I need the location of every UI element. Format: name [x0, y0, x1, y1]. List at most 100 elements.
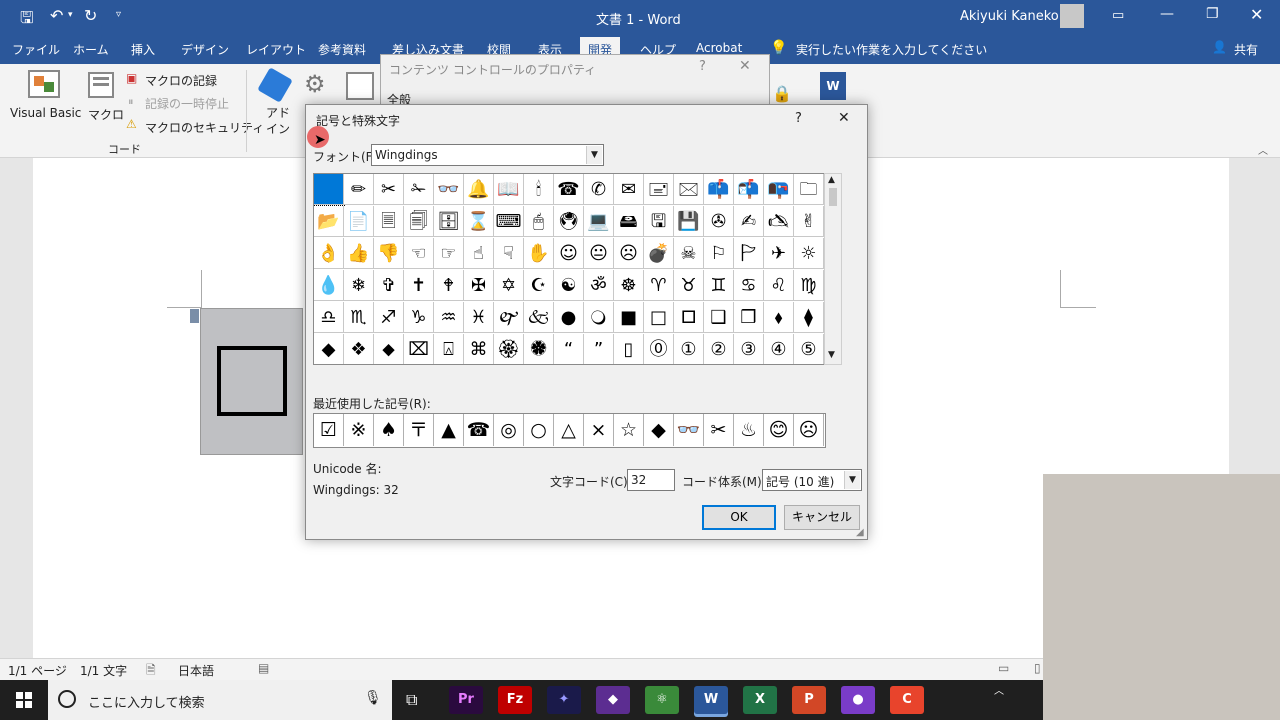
symbol-cell[interactable]: ①: [674, 334, 704, 364]
symbol-cell[interactable]: 📂: [314, 206, 344, 237]
symbol-cell[interactable]: ☎: [554, 174, 584, 205]
symbol-cell[interactable]: ✉: [614, 174, 644, 205]
symbol-cell[interactable]: 🖫: [644, 206, 674, 237]
symbol-cell[interactable]: ✂: [374, 174, 404, 205]
symbol-cell[interactable]: ♊: [704, 270, 734, 301]
symbol-cell[interactable]: 🗐: [404, 206, 434, 237]
symbol-cell[interactable]: 🖎: [764, 206, 794, 237]
help-button[interactable]: ?: [795, 111, 802, 126]
symbol-cell[interactable]: 💣: [644, 238, 674, 269]
tab-acrobat[interactable]: Acrobat: [696, 41, 742, 55]
symbol-cell[interactable]: ⌨: [494, 206, 524, 237]
tab-home[interactable]: ホーム: [73, 41, 109, 58]
symbol-cell[interactable]: ✁: [404, 174, 434, 205]
print-layout-icon[interactable]: ▯: [1034, 661, 1041, 675]
language[interactable]: 日本語: [178, 662, 214, 679]
symbol-cell[interactable]: 🗀: [794, 174, 824, 205]
symbol-cell[interactable]: ▯: [614, 334, 644, 364]
symbol-cell[interactable]: 📄: [344, 206, 374, 237]
symbol-cell[interactable]: 🖂: [674, 174, 704, 205]
show-hidden-icons[interactable]: ︿: [994, 682, 1004, 697]
symbol-cell[interactable]: ⌘: [464, 334, 494, 364]
recent-symbol[interactable]: ☆: [614, 414, 644, 446]
symbol-cell[interactable]: ☼: [794, 238, 824, 269]
symbol-cell[interactable]: □: [644, 302, 674, 333]
symbol-cell[interactable]: 🗏: [374, 206, 404, 237]
symbol-cell[interactable]: ☜: [404, 238, 434, 269]
share-button[interactable]: 共有: [1234, 41, 1258, 58]
recent-symbol[interactable]: ☎: [464, 414, 494, 446]
recent-symbol[interactable]: ♠: [374, 414, 404, 446]
symbol-cell[interactable]: 🖱: [524, 206, 554, 237]
recent-symbol[interactable]: ▲: [434, 414, 464, 446]
customize-qat-icon[interactable]: ▿: [116, 9, 121, 20]
tell-me-input[interactable]: 実行したい作業を入力してください: [796, 41, 987, 58]
symbol-cell[interactable]: 👍: [344, 238, 374, 269]
recent-symbol[interactable]: △: [554, 414, 584, 446]
font-select[interactable]: Wingdings ▼: [371, 144, 604, 166]
symbol-cell[interactable]: ❑: [704, 302, 734, 333]
symbol-cell[interactable]: ⬧: [764, 302, 794, 333]
symbol-cell[interactable]: 😐: [584, 238, 614, 269]
symbol-cell[interactable]: ✝: [404, 270, 434, 301]
aftereffects-taskbar-icon[interactable]: ✦: [547, 686, 581, 714]
read-mode-icon[interactable]: ▭: [998, 661, 1009, 675]
symbol-cell[interactable]: ■: [614, 302, 644, 333]
symbol-cell[interactable]: 🗄: [434, 206, 464, 237]
recent-symbol[interactable]: ◆: [644, 414, 674, 446]
symbol-cell[interactable]: ♓: [464, 302, 494, 333]
symbol-cell[interactable]: 📫: [704, 174, 734, 205]
symbol-cell[interactable]: 🏱: [734, 238, 764, 269]
symbol-cell[interactable]: 🏵: [494, 334, 524, 364]
recent-symbol[interactable]: ☹: [794, 414, 824, 446]
symbol-cell[interactable]: ⌛: [464, 206, 494, 237]
symbol-cell[interactable]: ☞: [434, 238, 464, 269]
symbol-cell[interactable]: 🕯: [524, 174, 554, 205]
restore-icon[interactable]: ❐: [1206, 6, 1219, 22]
symbol-cell[interactable]: 🙵: [524, 302, 554, 333]
symbol-cell[interactable]: ☯: [554, 270, 584, 301]
save-icon[interactable]: 🖫: [20, 7, 34, 34]
chevron-down-icon[interactable]: ▼: [844, 471, 860, 489]
symbol-cell[interactable]: ♏: [344, 302, 374, 333]
tab-layout[interactable]: レイアウト: [246, 41, 306, 58]
symbol-cell[interactable]: 📖: [494, 174, 524, 205]
symbol-cell[interactable]: ⍓: [434, 334, 464, 364]
symbol-cell[interactable]: ✌: [794, 206, 824, 237]
symbol-cell[interactable]: ☠: [674, 238, 704, 269]
symbol-cell[interactable]: 🖃: [644, 174, 674, 205]
symbol-cell[interactable]: 💾: [674, 206, 704, 237]
symbol-cell[interactable]: 🔾: [584, 302, 614, 333]
symbol-cell[interactable]: 🞐: [674, 302, 704, 333]
content-control-box[interactable]: [200, 308, 303, 455]
addin-label-1[interactable]: アド: [266, 104, 290, 121]
symbol-cell[interactable]: ✡: [494, 270, 524, 301]
atom-taskbar-icon[interactable]: ⚛: [645, 686, 679, 714]
close-icon[interactable]: ✕: [739, 58, 751, 74]
symbol-cell[interactable]: ❒: [734, 302, 764, 333]
camtasia-taskbar-icon[interactable]: C: [890, 686, 924, 714]
task-view-icon[interactable]: ⧉: [406, 690, 417, 710]
symbol-cell[interactable]: ♉: [674, 270, 704, 301]
symbol-cell[interactable]: ☹: [614, 238, 644, 269]
recent-symbol[interactable]: ×: [584, 414, 614, 446]
tab-insert[interactable]: 挿入: [131, 41, 155, 58]
powerpoint-taskbar-icon[interactable]: P: [792, 686, 826, 714]
close-icon[interactable]: ✕: [838, 110, 850, 126]
macro-record-status-icon[interactable]: ▤: [258, 661, 269, 675]
symbol-cell[interactable]: 👌: [314, 238, 344, 269]
symbol-cell[interactable]: ”: [584, 334, 614, 364]
undo-icon[interactable]: ↶: [50, 6, 63, 25]
chevron-down-icon[interactable]: ▼: [586, 146, 602, 164]
scroll-thumb[interactable]: [829, 188, 837, 206]
addin-label-2[interactable]: イン: [266, 120, 290, 137]
symbol-cell[interactable]: ☺: [554, 238, 584, 269]
symbol-cell[interactable]: ✋: [524, 238, 554, 269]
symbol-cell[interactable]: 🔔: [464, 174, 494, 205]
symbol-cell[interactable]: ✇: [704, 206, 734, 237]
symbol-cell[interactable]: 🏶: [524, 334, 554, 364]
symbol-cell[interactable]: ✈: [764, 238, 794, 269]
symbol-cell[interactable]: 🕈: [434, 270, 464, 301]
content-control-tab[interactable]: [190, 309, 199, 323]
redo-icon[interactable]: ↻: [84, 6, 97, 25]
